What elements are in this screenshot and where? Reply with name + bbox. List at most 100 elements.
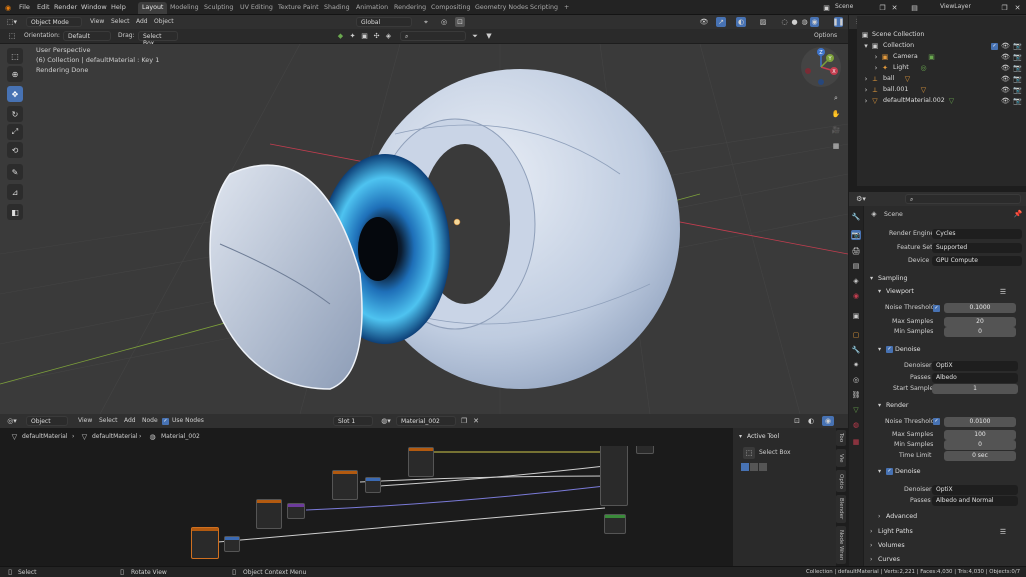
3d-viewport[interactable]: User Perspective (6) Collection | defaul…	[0, 44, 848, 414]
overlay-node-icon[interactable]: ◐	[806, 416, 816, 426]
tab-uv-editing[interactable]: UV Editing	[236, 2, 277, 14]
proportional-edit-icon[interactable]: ◎	[438, 17, 450, 27]
normal-map-node[interactable]	[287, 503, 305, 519]
advanced-section[interactable]: Advanced	[886, 513, 917, 520]
image-texture-node[interactable]	[191, 527, 219, 559]
material-tab-icon[interactable]: ◍	[851, 420, 861, 430]
tab-sculpting[interactable]: Sculpting	[200, 2, 237, 14]
particles-tab-icon[interactable]: ✷	[851, 360, 861, 370]
camera-render-icon[interactable]: 📷	[1013, 53, 1022, 61]
r-noise-threshold-field[interactable]: 0.0100	[944, 417, 1016, 427]
filter-other-icon[interactable]: ◈	[384, 31, 393, 41]
eye-icon[interactable]: 👁	[1001, 86, 1010, 94]
list-icon[interactable]: ☰	[998, 287, 1008, 297]
shading-solid-icon[interactable]: ●	[790, 17, 799, 27]
use-nodes-checkbox[interactable]: ✓	[162, 418, 169, 425]
list-icon[interactable]: ☰	[998, 527, 1008, 537]
properties-search-input[interactable]: ⌕	[905, 194, 1021, 204]
viewport-menu-object[interactable]: Object	[154, 18, 174, 25]
view-layer-tab-icon[interactable]: ▤	[851, 261, 861, 271]
transform-orientation[interactable]: Global	[356, 17, 412, 27]
eye-icon[interactable]: 👁	[1001, 97, 1010, 105]
object-tab-icon[interactable]: ▢	[851, 330, 861, 340]
chevron-down-icon[interactable]: ▾	[863, 42, 869, 50]
cursor-tool-button[interactable]: ⊕	[7, 66, 23, 82]
render-engine-dropdown[interactable]: Cycles	[932, 229, 1022, 239]
viewport-search-field[interactable]: ⌕	[400, 31, 466, 41]
snap-target-icon[interactable]: ⊡	[455, 17, 465, 27]
duplicate-material-icon[interactable]: ❐	[459, 416, 469, 426]
chevron-right-icon[interactable]: ›	[878, 513, 880, 520]
modifier-icon[interactable]: ▽	[919, 86, 928, 94]
sidebar-tab-options[interactable]: Optio	[836, 470, 846, 492]
scene-selector[interactable]: Scene	[835, 3, 853, 10]
filter-funnel-icon[interactable]: ▼	[484, 31, 494, 41]
time-limit-field[interactable]: 0 sec	[944, 451, 1016, 461]
rotate-tool-button[interactable]: ↻	[7, 106, 23, 122]
eye-icon[interactable]: 👁	[1001, 75, 1010, 83]
tweak-tool-button[interactable]: ⬚	[7, 48, 23, 64]
select-box-icon[interactable]: ⬚	[743, 447, 755, 459]
tab-layout[interactable]: Layout	[138, 2, 168, 14]
tab-geometry-nodes[interactable]: Geometry Nodes	[471, 2, 532, 14]
r-min-samples-field[interactable]: 0	[944, 440, 1016, 450]
chevron-right-icon[interactable]: ›	[870, 528, 872, 535]
close-icon[interactable]: ✕	[890, 3, 899, 12]
add-workspace-button[interactable]: +	[560, 2, 573, 14]
drag-dropdown[interactable]: Select Box	[138, 31, 178, 47]
render-tab-icon[interactable]: 📷	[851, 230, 861, 240]
output-tab-icon[interactable]: 🖨	[851, 246, 861, 256]
chevron-down-icon[interactable]: ▾	[739, 433, 742, 440]
vp-noise-threshold-field[interactable]: 0.1000	[944, 303, 1016, 313]
feature-set-dropdown[interactable]: Supported	[932, 243, 1022, 253]
add-cube-tool-button[interactable]: ◧	[7, 204, 23, 220]
r-passes-dropdown[interactable]: Albedo and Normal	[932, 496, 1018, 506]
mapping-node[interactable]	[224, 536, 240, 552]
node-menu-view[interactable]: View	[78, 417, 92, 424]
node-menu-add[interactable]: Add	[124, 417, 136, 424]
texture-node[interactable]	[256, 499, 282, 529]
tab-texture-paint[interactable]: Texture Paint	[274, 2, 323, 14]
camera-render-icon[interactable]: 📷	[1013, 97, 1022, 105]
vp-noise-checkbox[interactable]: ✓	[933, 305, 940, 312]
menu-edit[interactable]: Edit	[37, 3, 50, 11]
eye-icon[interactable]: 👁	[1001, 53, 1010, 61]
move-tool-button[interactable]: ✥	[7, 86, 23, 102]
sidebar-tab-tool[interactable]: Too	[836, 430, 846, 446]
r-denoiser-dropdown[interactable]: OptiX	[932, 485, 1018, 495]
tab-rendering[interactable]: Rendering	[390, 2, 430, 14]
navigation-gizmo[interactable]: Z X Y	[800, 46, 842, 88]
sampling-section[interactable]: Sampling	[878, 275, 907, 282]
node-editor-canvas[interactable]	[0, 446, 733, 566]
overlays-toggle-icon[interactable]: ◐	[736, 17, 746, 27]
tab-scripting[interactable]: Scripting	[526, 2, 562, 14]
unlink-material-icon[interactable]: ✕	[471, 416, 481, 426]
curves-section[interactable]: Curves	[878, 556, 900, 563]
mesh-data-icon[interactable]: ▽	[947, 97, 956, 105]
gizmo-toggle-icon[interactable]: ↗	[716, 17, 726, 27]
viewport-menu-add[interactable]: Add	[136, 18, 148, 25]
editor-type-icon[interactable]: ⬚▾	[6, 17, 18, 27]
texture-node[interactable]	[408, 447, 434, 477]
mode-new-icon[interactable]	[741, 463, 749, 471]
node-menu-select[interactable]: Select	[99, 417, 118, 424]
outliner-row-camera[interactable]: › ▣ Camera ▣ 👁 📷	[857, 52, 1026, 63]
menu-file[interactable]: File	[19, 3, 30, 11]
texture-tab-icon[interactable]: ▦	[851, 437, 861, 447]
sidebar-tab-view[interactable]: Vie	[836, 449, 846, 467]
snap-icon[interactable]: ⌖	[420, 17, 432, 27]
data-tab-icon[interactable]: ▽	[851, 405, 861, 415]
menu-render[interactable]: Render	[54, 3, 77, 11]
chevron-right-icon[interactable]: ›	[863, 75, 869, 83]
camera-render-icon[interactable]: 📷	[1013, 42, 1022, 50]
r-noise-checkbox[interactable]: ✓	[933, 418, 940, 425]
chevron-down-icon[interactable]: ▾	[878, 468, 881, 475]
collection-tab-icon[interactable]: ▣	[851, 311, 861, 321]
zoom-icon[interactable]: ⌕	[830, 92, 842, 104]
mode-selector[interactable]: Object Mode	[26, 17, 82, 27]
transform-tool-button[interactable]: ⟲	[7, 142, 23, 158]
outliner-row-ball[interactable]: › ⟂ ball ▽ 👁 📷	[857, 74, 1026, 85]
mode-subtract-icon[interactable]	[759, 463, 767, 471]
shader-node[interactable]	[604, 514, 626, 534]
slot-selector[interactable]: Slot 1	[333, 416, 373, 426]
